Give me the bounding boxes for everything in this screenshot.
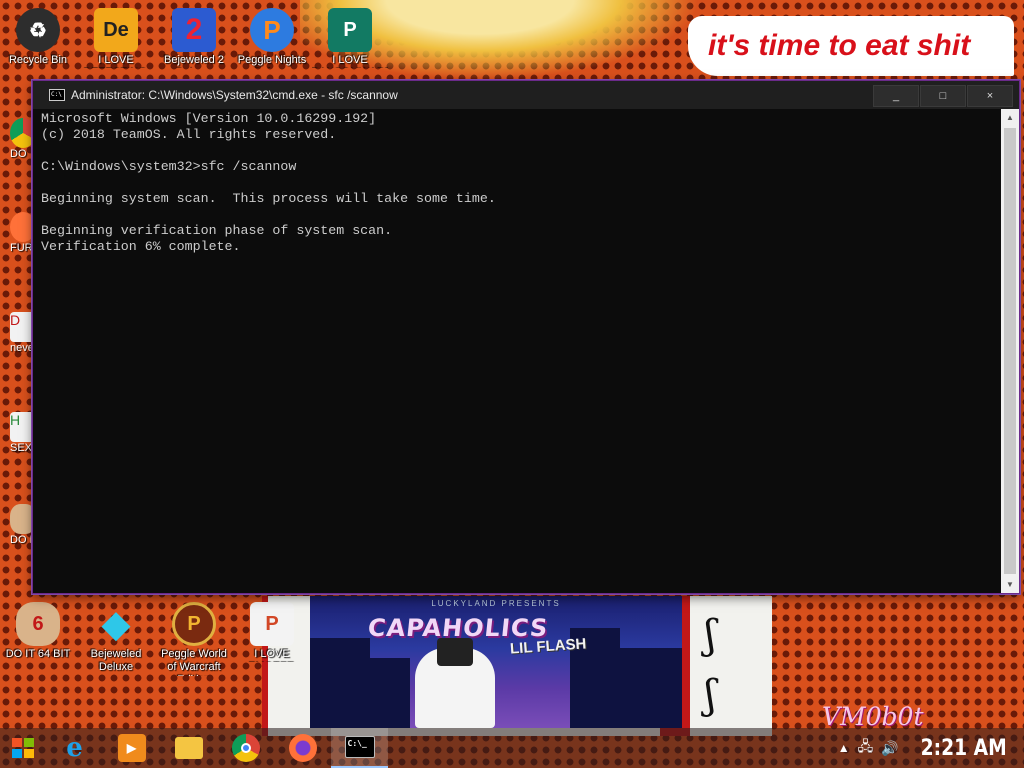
- media-player-icon: ▶: [117, 734, 146, 762]
- console-line: (c) 2018 TeamOS. All rights reserved.: [41, 127, 337, 142]
- cmd-window[interactable]: C:\ Administrator: C:\Windows\System32\c…: [32, 80, 1020, 594]
- wallpaper-speech-bubble: it's time to eat shit: [688, 16, 1014, 76]
- taskbar-internet-explorer[interactable]: e: [46, 728, 103, 768]
- album-building: [310, 638, 370, 728]
- console-line: Beginning system scan. This process will…: [41, 191, 496, 206]
- desktop-icon-label: Peggle World of Warcraft Edition: [161, 648, 227, 676]
- album-figure-head: [437, 638, 473, 666]
- peggle-wow-icon: P: [172, 602, 216, 646]
- album-presenter-text: LUCKYLAND PRESENTS: [431, 599, 561, 608]
- desktop-icon-recycle-bin[interactable]: ♻ Recycle Bin: [0, 8, 76, 68]
- taskbar-media-player[interactable]: ▶: [103, 728, 160, 768]
- chrome-icon: [231, 734, 260, 762]
- scrollbar-thumb[interactable]: [1004, 128, 1016, 574]
- taskbar-clock[interactable]: 2:21 AM: [920, 736, 1006, 761]
- cmd-window-title: Administrator: C:\Windows\System32\cmd.e…: [71, 88, 398, 102]
- desktop-icon-bejeweled-2[interactable]: 2 Bejeweled 2 Deluxe: [156, 8, 232, 68]
- taskbar-firefox[interactable]: [274, 728, 331, 768]
- desktop-icon-i-love-ransomware[interactable]: P I LOVE RANSOMWARE: [312, 8, 388, 68]
- console-line: Verification 6% complete.: [41, 239, 241, 254]
- desktop-icon-label: Bejeweled 2 Deluxe: [164, 54, 224, 68]
- show-hidden-icons-chevron-up-icon[interactable]: ▲: [838, 741, 850, 755]
- wallpaper-squiggle: ʃʃ: [705, 612, 716, 718]
- taskbar: e ▶ C:\_ ▲ 🖧 🔊 2:21 AM: [0, 728, 1024, 768]
- desktop-icon-peggle-wow[interactable]: P Peggle World of Warcraft Edition: [156, 602, 232, 676]
- start-icon: [12, 738, 34, 758]
- scroll-down-arrow-icon[interactable]: ▼: [1001, 576, 1019, 593]
- scroll-up-arrow-icon[interactable]: ▲: [1001, 109, 1019, 126]
- album-building: [620, 648, 682, 728]
- console-line: Microsoft Windows [Version 10.0.16299.19…: [41, 111, 377, 126]
- window-controls: _ □ ×: [872, 85, 1013, 107]
- vertical-scrollbar[interactable]: ▲ ▼: [1001, 109, 1019, 593]
- wallpaper-album-cover: LUCKYLAND PRESENTS CAPAHOLICS LIL FLASH: [310, 596, 682, 728]
- portrait-64-icon: 6: [16, 602, 60, 646]
- cmd-titlebar[interactable]: C:\ Administrator: C:\Windows\System32\c…: [33, 81, 1019, 109]
- desktop-icon-bejeweled-deluxe[interactable]: ◆ Bejeweled Deluxe: [78, 602, 154, 676]
- desktop-icon-i-love-emotet[interactable]: P I LOVE EMOTET: [234, 602, 310, 662]
- peggle-nights-icon: P: [250, 8, 294, 52]
- album-figure: [415, 638, 495, 728]
- console-line: C:\Windows\system32>sfc /scannow: [41, 159, 297, 174]
- desktop-icon-label: Peggle Nights Deluxe: [237, 54, 307, 68]
- desktop-icon-label: I LOVE DETECTING: [84, 54, 148, 68]
- maximize-button[interactable]: □: [920, 85, 966, 107]
- cmd-icon: C:\_: [344, 736, 375, 758]
- desktop-icon-peggle-nights[interactable]: P Peggle Nights Deluxe: [234, 8, 310, 68]
- bejeweled-2-icon: 2: [172, 8, 216, 52]
- file-explorer-icon: [174, 737, 203, 759]
- wallpaper-watermark: VM0b0t: [822, 702, 924, 731]
- powerpoint-icon: P: [250, 602, 294, 646]
- de-icon: De: [94, 8, 138, 52]
- volume-icon[interactable]: 🔊: [881, 740, 898, 757]
- taskbar-chrome[interactable]: [217, 728, 274, 768]
- taskbar-cmd[interactable]: C:\_: [331, 728, 388, 768]
- desktop-icon-i-love-detecting[interactable]: De I LOVE DETECTING: [78, 8, 154, 68]
- desktop-icon-label: I LOVE EMOTET: [249, 648, 295, 662]
- desktop-icon-label: Bejeweled Deluxe: [90, 648, 142, 673]
- taskbar-file-explorer[interactable]: [160, 728, 217, 768]
- recycle-bin-icon: ♻: [16, 8, 60, 52]
- desktop-icon-label: Recycle Bin: [8, 54, 68, 66]
- publisher-icon: P: [328, 8, 372, 52]
- ie-icon: e: [66, 733, 83, 763]
- desktop-icon-do-it-64-bit[interactable]: 6 DO IT 64 BIT: [0, 602, 76, 662]
- firefox-icon: [288, 734, 317, 762]
- minimize-button[interactable]: _: [873, 85, 919, 107]
- album-building: [370, 658, 410, 728]
- desktop-icon-label: I LOVE RANSOMWARE: [312, 54, 388, 68]
- close-button[interactable]: ×: [967, 85, 1013, 107]
- cmd-icon[interactable]: C:\: [49, 89, 65, 101]
- network-icon[interactable]: 🖧: [858, 736, 874, 760]
- console-line: Beginning verification phase of system s…: [41, 223, 393, 238]
- cmd-console-output[interactable]: Microsoft Windows [Version 10.0.16299.19…: [33, 109, 1001, 593]
- bejeweled-icon: ◆: [102, 603, 130, 644]
- start-button[interactable]: [0, 728, 46, 768]
- desktop-icon-label: DO IT 64 BIT: [5, 648, 71, 660]
- system-tray: ▲ 🖧 🔊 2:21 AM: [834, 728, 1014, 768]
